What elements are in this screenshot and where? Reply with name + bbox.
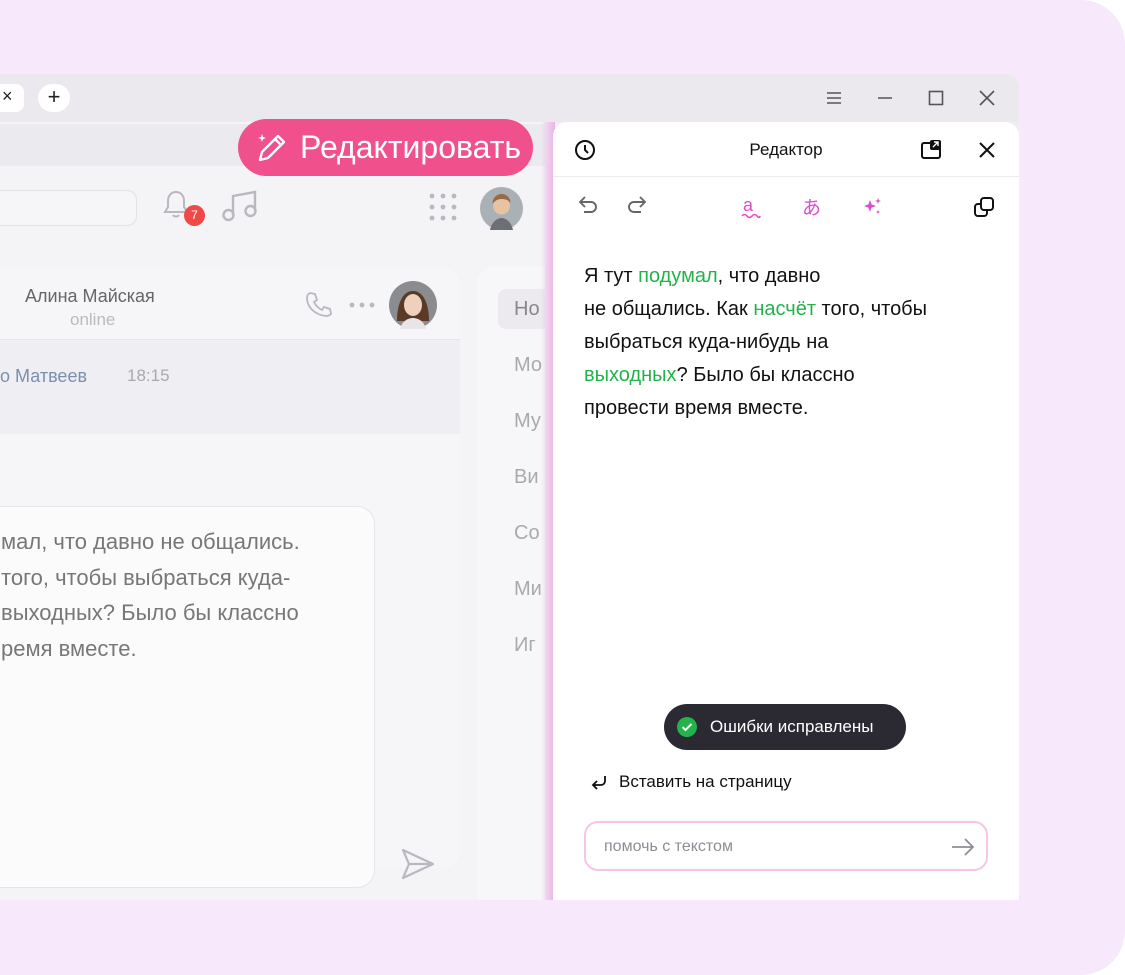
avatar[interactable] [480, 187, 523, 230]
editor-divider [553, 176, 1019, 177]
contact-name: Алина Майская [25, 286, 155, 306]
contact-status: online [70, 310, 116, 329]
message-sender: о Матвеев [0, 366, 88, 386]
side-menu: Но Мо Му Ви Со Ми Иг [477, 267, 545, 900]
text-segment: не общались. Как [584, 298, 754, 320]
editor-title: Редактор [749, 140, 823, 159]
editor-text-line: выбраться куда-нибудь на [584, 326, 1004, 359]
copy-icon[interactable] [972, 195, 996, 219]
background: × + 7 Алина Майская online о Матвеев 18:… [0, 0, 1125, 975]
prompt-input[interactable] [604, 835, 934, 859]
spellcheck-icon[interactable]: a [739, 194, 763, 220]
svg-text:あ: あ [802, 197, 821, 219]
corrected-word: насчёт [753, 298, 816, 320]
new-tab-button[interactable]: + [38, 84, 70, 112]
close-icon[interactable] [977, 140, 997, 160]
editor-text-line: выходных? Было бы классно [584, 359, 1004, 392]
send-icon[interactable] [399, 845, 437, 883]
editor-text-line: Я тут подумал, что давно [584, 260, 1004, 293]
text-segment: провести время вместе. [584, 397, 809, 419]
editor-text[interactable]: Я тут подумал, что давно не общались. Как… [584, 260, 1004, 425]
editor-text-line: не общались. Как насчёт того, чтобы [584, 293, 1004, 326]
music-icon[interactable] [221, 188, 259, 224]
menu-icon[interactable] [822, 86, 846, 110]
svg-text:a: a [743, 195, 754, 215]
prompt-box [584, 821, 988, 871]
redo-icon[interactable] [625, 194, 649, 218]
close-icon: × [2, 86, 13, 106]
message-time: 18:15 [127, 366, 170, 385]
translate-icon[interactable]: あ [800, 194, 826, 220]
tab-close-button[interactable]: × [0, 84, 24, 112]
message-line: мал, что давно не общались. [1, 529, 300, 554]
edit-button[interactable]: Редактировать [238, 119, 533, 176]
message-meta-row: о Матвеев 18:15 [0, 340, 460, 434]
title-bar: × + [0, 74, 1019, 122]
sparkles-icon[interactable] [861, 196, 883, 218]
corrected-word: подумал [638, 265, 718, 287]
message-line: выходных? Было бы классно [1, 600, 299, 625]
editor-panel: Редактор a あ Я тут подумал, что давно не… [553, 122, 1019, 900]
insert-label: Вставить на страницу [619, 772, 792, 791]
text-segment: Я тут [584, 265, 639, 287]
message-line: ремя вместе. [1, 636, 137, 661]
minimize-icon[interactable] [873, 86, 897, 110]
message-line: того, чтобы выбраться куда- [1, 565, 291, 590]
apps-grid-icon[interactable] [428, 192, 458, 222]
phone-icon[interactable] [303, 289, 333, 319]
toast-text: Ошибки исправлены [710, 717, 874, 736]
text-segment: , что давно [717, 265, 821, 287]
message-bubble: мал, что давно не общались. того, чтобы … [0, 506, 435, 888]
text-segment: того, чтобы [816, 298, 928, 320]
contact-avatar[interactable] [389, 281, 437, 329]
notification-badge: 7 [184, 205, 205, 226]
undo-icon[interactable] [576, 194, 600, 218]
chat-header: Алина Майская online [0, 268, 460, 340]
arrow-right-icon[interactable] [950, 836, 976, 858]
more-icon[interactable] [348, 300, 376, 310]
picture-in-picture-icon[interactable] [920, 138, 944, 162]
window-close-icon[interactable] [975, 86, 999, 110]
edit-button-label: Редактировать [300, 129, 522, 165]
check-circle-icon [677, 717, 697, 737]
status-toast: Ошибки исправлены [664, 704, 906, 750]
web-page: 7 Алина Майская online о Матвеев 18:15 м… [0, 122, 545, 900]
text-segment: выбраться куда-нибудь на [584, 331, 829, 353]
site-search-input[interactable] [0, 190, 137, 226]
return-arrow-icon [591, 776, 606, 790]
corrected-word: выходных [584, 364, 677, 386]
editor-text-line: провести время вместе. [584, 392, 1004, 425]
maximize-icon[interactable] [924, 86, 948, 110]
text-segment: ? Было бы классно [676, 364, 855, 386]
insert-to-page-button[interactable]: Вставить на страницу [589, 770, 849, 794]
pencil-sparkle-icon [258, 134, 286, 162]
